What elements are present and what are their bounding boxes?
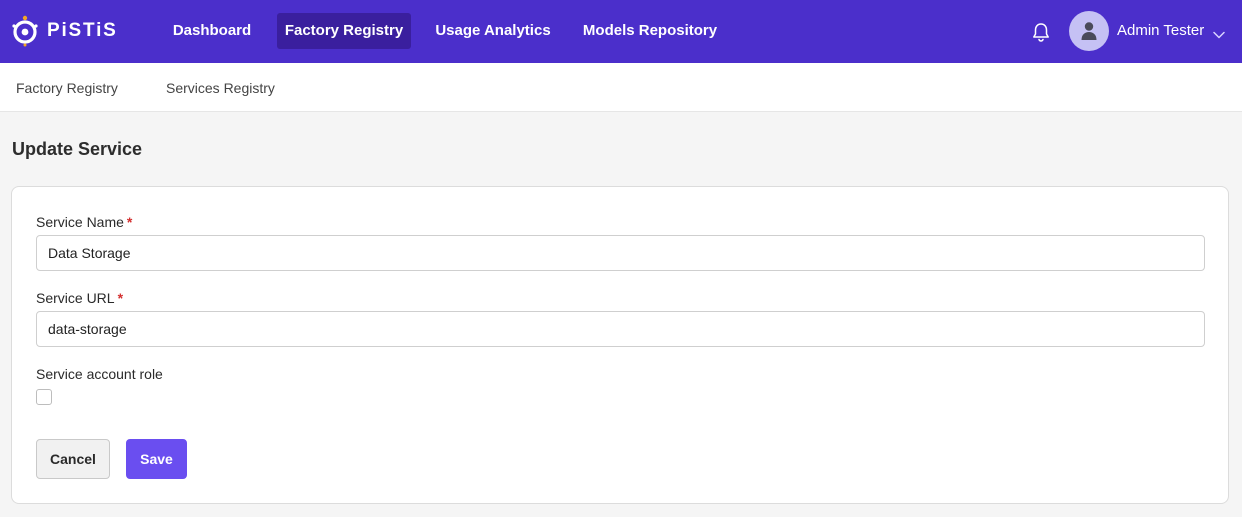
- nav-item-dashboard[interactable]: Dashboard: [164, 13, 260, 49]
- service-account-role-checkbox[interactable]: [36, 389, 52, 405]
- secondary-navigation: Factory Registry Services Registry: [0, 63, 1242, 112]
- service-url-label: Service URL *: [36, 289, 123, 307]
- avatar[interactable]: [1069, 11, 1109, 51]
- user-name[interactable]: Admin Tester: [1117, 20, 1204, 42]
- service-name-input[interactable]: [36, 235, 1205, 271]
- service-account-role-label: Service account role: [36, 366, 163, 382]
- page-title: Update Service: [12, 139, 143, 159]
- service-name-label: Service Name *: [36, 213, 132, 231]
- subnav-item-services-registry[interactable]: Services Registry: [166, 78, 275, 98]
- nav-item-usage-analytics[interactable]: Usage Analytics: [428, 13, 558, 49]
- update-service-form: Service Name* Service URL* Service accou…: [11, 186, 1229, 504]
- logo-text: PiSTiS: [47, 20, 118, 41]
- service-url-label-text: Service URL: [36, 290, 115, 306]
- chevron-down-icon[interactable]: [1213, 26, 1225, 44]
- service-name-label-text: Service Name: [36, 214, 124, 230]
- nav-item-models-repository[interactable]: Models Repository: [575, 13, 725, 49]
- top-navigation-bar: PiSTiS Dashboard Factory Registry Usage …: [0, 0, 1242, 63]
- cancel-button[interactable]: Cancel: [36, 439, 110, 479]
- required-mark: *: [117, 290, 124, 306]
- app-logo[interactable]: PiSTiS: [10, 14, 118, 48]
- required-mark: *: [126, 214, 133, 230]
- save-button[interactable]: Save: [126, 439, 187, 479]
- service-url-input[interactable]: [36, 311, 1205, 347]
- bell-icon[interactable]: [1030, 21, 1052, 43]
- pistis-logo-icon: [10, 14, 40, 48]
- subnav-item-factory-registry[interactable]: Factory Registry: [16, 78, 118, 98]
- nav-item-factory-registry[interactable]: Factory Registry: [277, 13, 411, 49]
- user-icon: [1081, 22, 1097, 40]
